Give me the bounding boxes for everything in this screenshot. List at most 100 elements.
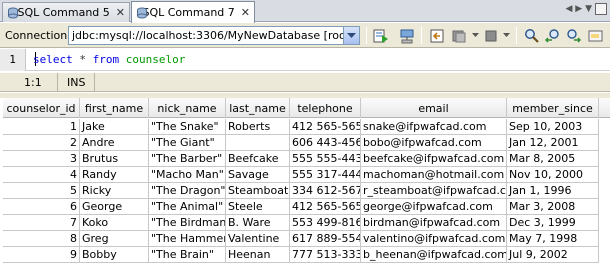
table-cell[interactable]: 3 bbox=[3, 151, 80, 167]
table-row[interactable]: 8 Greg "The Hammer" Valentine 617 889-55… bbox=[3, 231, 599, 247]
table-cell[interactable]: Valentine bbox=[226, 231, 290, 247]
table-cell[interactable]: 412 565-5656 bbox=[290, 119, 361, 135]
table-cell[interactable]: 2 bbox=[3, 135, 80, 151]
table-cell[interactable]: Randy bbox=[80, 167, 149, 183]
table-cell[interactable]: B. Ware bbox=[226, 215, 290, 231]
tab-scroll-arrows-icon[interactable]: ◀ ▶ ▼ bbox=[566, 4, 593, 14]
table-cell[interactable]: Mar 3, 2008 bbox=[507, 199, 599, 215]
close-icon[interactable]: ✕ bbox=[241, 6, 250, 19]
table-cell[interactable]: Jan 12, 2001 bbox=[507, 135, 599, 151]
table-cell[interactable]: Greg bbox=[80, 231, 149, 247]
sql-statement[interactable]: select * from counselor bbox=[33, 53, 185, 66]
table-cell[interactable]: machoman@hotmail.com bbox=[361, 167, 507, 183]
table-cell[interactable]: beefcake@ifpwafcad.com bbox=[361, 151, 507, 167]
column-header[interactable]: first_name bbox=[80, 98, 149, 118]
connection-select[interactable]: jdbc:mysql://localhost:3306/MyNewDatabas… bbox=[68, 26, 360, 45]
history-icon[interactable] bbox=[427, 26, 446, 45]
find-icon[interactable] bbox=[522, 26, 541, 45]
table-cell[interactable]: Dec 3, 1999 bbox=[507, 215, 599, 231]
table-row[interactable]: 5 Ricky "The Dragon" Steamboat 334 612-5… bbox=[3, 183, 599, 199]
table-cell[interactable]: May 7, 1998 bbox=[507, 231, 599, 247]
select-connection-icon[interactable] bbox=[397, 26, 416, 45]
table-cell[interactable]: 334 612-5678 bbox=[290, 183, 361, 199]
table-cell[interactable]: "The Dragon" bbox=[149, 183, 226, 199]
table-cell[interactable]: George bbox=[80, 199, 149, 215]
chevron-down-icon[interactable] bbox=[497, 26, 516, 45]
table-cell[interactable]: Koko bbox=[80, 215, 149, 231]
table-cell[interactable]: snake@ifpwafcad.com bbox=[361, 119, 507, 135]
results-grid[interactable]: counselor_id first_name nick_name last_n… bbox=[3, 98, 610, 267]
connection-label: Connection: bbox=[5, 29, 71, 42]
table-row[interactable]: 2 Andre "The Giant" 606 443-4567 bobo@if… bbox=[3, 135, 599, 151]
column-header[interactable]: last_name bbox=[226, 98, 290, 118]
table-row[interactable]: 6 George "The Animal" Steele 412 565-565… bbox=[3, 199, 599, 215]
table-row[interactable]: 7 Koko "The Birdman" B. Ware 553 499-816… bbox=[3, 215, 599, 231]
tab-sql-command-7[interactable]: SQL Command 7 ✕ bbox=[131, 1, 255, 23]
table-cell[interactable]: "The Snake" bbox=[149, 119, 226, 135]
column-header[interactable]: member_since bbox=[507, 98, 599, 118]
table-row[interactable]: 9 Bobby "The Brain" Heenan 777 513-3333 … bbox=[3, 247, 599, 263]
connection-toolbar: Connection: jdbc:mysql://localhost:3306/… bbox=[0, 23, 610, 48]
table-cell[interactable]: b_heenan@ifpwafcad.com bbox=[361, 247, 507, 263]
column-header[interactable]: nick_name bbox=[149, 98, 226, 118]
table-cell[interactable]: "The Barber" bbox=[149, 151, 226, 167]
table-cell[interactable]: Brutus bbox=[80, 151, 149, 167]
table-cell[interactable] bbox=[226, 135, 290, 151]
close-icon[interactable]: ✕ bbox=[116, 6, 125, 19]
table-cell[interactable]: Jan 1, 1996 bbox=[507, 183, 599, 199]
find-next-icon[interactable] bbox=[564, 26, 583, 45]
table-cell[interactable]: george@ifpwafcad.com bbox=[361, 199, 507, 215]
table-cell[interactable]: Sep 10, 2003 bbox=[507, 119, 599, 135]
table-cell[interactable]: 5 bbox=[3, 183, 80, 199]
table-cell[interactable]: "The Giant" bbox=[149, 135, 226, 151]
toggle-highlight-icon[interactable] bbox=[586, 26, 605, 45]
table-cell[interactable]: 553 499-8162 bbox=[290, 215, 361, 231]
table-cell[interactable]: Bobby bbox=[80, 247, 149, 263]
table-cell[interactable]: valentino@ifpwafcad.com bbox=[361, 231, 507, 247]
table-cell[interactable]: Steele bbox=[226, 199, 290, 215]
table-cell[interactable]: 777 513-3333 bbox=[290, 247, 361, 263]
table-cell[interactable]: "The Birdman" bbox=[149, 215, 226, 231]
column-header[interactable]: email bbox=[361, 98, 507, 118]
table-cell[interactable]: "The Animal" bbox=[149, 199, 226, 215]
table-cell[interactable]: 7 bbox=[3, 215, 80, 231]
table-cell[interactable]: 412 565-5656 bbox=[290, 199, 361, 215]
table-cell[interactable]: Nov 10, 2000 bbox=[507, 167, 599, 183]
table-cell[interactable]: 6 bbox=[3, 199, 80, 215]
table-cell[interactable]: 8 bbox=[3, 231, 80, 247]
table-cell[interactable]: birdman@ifpwafcad.com bbox=[361, 215, 507, 231]
table-cell[interactable]: "The Brain" bbox=[149, 247, 226, 263]
table-cell[interactable]: Mar 8, 2005 bbox=[507, 151, 599, 167]
chevron-down-icon[interactable] bbox=[343, 27, 359, 44]
table-cell[interactable]: bobo@ifpwafcad.com bbox=[361, 135, 507, 151]
table-cell[interactable]: 1 bbox=[3, 119, 80, 135]
column-header[interactable]: telephone bbox=[290, 98, 361, 118]
table-cell[interactable]: Beefcake bbox=[226, 151, 290, 167]
table-cell[interactable]: "The Hammer" bbox=[149, 231, 226, 247]
table-cell[interactable]: 9 bbox=[3, 247, 80, 263]
table-cell[interactable]: Roberts bbox=[226, 119, 290, 135]
column-header[interactable]: counselor_id bbox=[3, 98, 80, 118]
table-row[interactable]: 3 Brutus "The Barber" Beefcake 555 555-4… bbox=[3, 151, 599, 167]
table-cell[interactable]: "Macho Man" bbox=[149, 167, 226, 183]
run-sql-icon[interactable] bbox=[371, 26, 390, 45]
find-previous-icon[interactable] bbox=[543, 26, 562, 45]
table-row[interactable]: 1 Jake "The Snake" Roberts 412 565-5656 … bbox=[3, 119, 599, 135]
table-cell[interactable]: Andre bbox=[80, 135, 149, 151]
table-cell[interactable]: r_steamboat@ifpwafcad.com bbox=[361, 183, 507, 199]
table-cell[interactable]: 555 555-4432 bbox=[290, 151, 361, 167]
tab-sql-command-5[interactable]: SQL Command 5 ✕ bbox=[2, 2, 130, 22]
table-cell[interactable]: 617 889-5545 bbox=[290, 231, 361, 247]
table-row[interactable]: 4 Randy "Macho Man" Savage 555 317-4444 … bbox=[3, 167, 599, 183]
table-cell[interactable]: 4 bbox=[3, 167, 80, 183]
table-cell[interactable]: Jul 9, 2002 bbox=[507, 247, 599, 263]
table-cell[interactable]: Steamboat bbox=[226, 183, 290, 199]
sql-editor[interactable]: 1 select * from counselor bbox=[0, 49, 610, 71]
table-cell[interactable]: Ricky bbox=[80, 183, 149, 199]
table-cell[interactable]: Jake bbox=[80, 119, 149, 135]
table-cell[interactable]: 606 443-4567 bbox=[290, 135, 361, 151]
table-cell[interactable]: 555 317-4444 bbox=[290, 167, 361, 183]
table-cell[interactable]: Heenan bbox=[226, 247, 290, 263]
table-cell[interactable]: Savage bbox=[226, 167, 290, 183]
restore-window-icon[interactable] bbox=[595, 3, 607, 15]
